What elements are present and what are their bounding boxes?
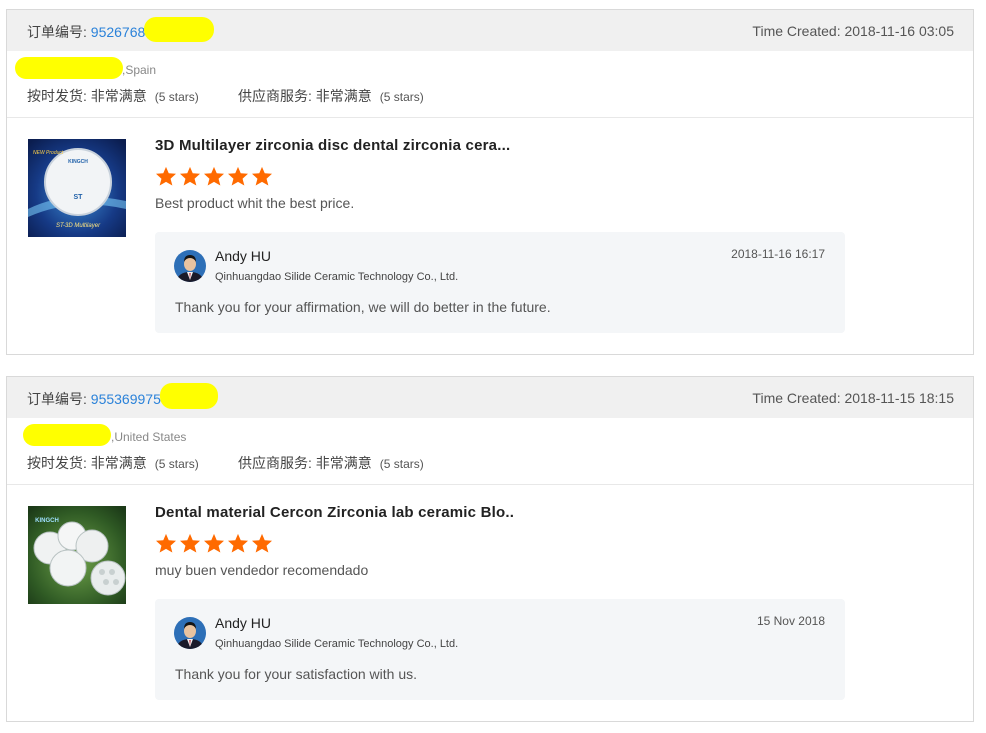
star-icon bbox=[204, 166, 224, 186]
rating-service: 供应商服务: 非常满意 (5 stars) bbox=[238, 86, 424, 106]
star-icon bbox=[228, 166, 248, 186]
buyer-review: muy buen vendedor recomendado bbox=[155, 562, 369, 578]
order-number-label: 订单编号: bbox=[27, 391, 87, 407]
star-icon bbox=[156, 166, 176, 186]
order-number-link[interactable]: 9526768 bbox=[91, 24, 146, 40]
reply-text: Thank you for your affirmation, we will … bbox=[175, 299, 551, 315]
order-number-link[interactable]: 955369975 bbox=[91, 391, 161, 407]
reply-author-name: Andy HU bbox=[215, 248, 272, 264]
product-thumbnail[interactable]: KINGCH bbox=[28, 506, 126, 604]
seller-ratings: 按时发货: 非常满意 (5 stars) 供应商服务: 非常满意 (5 stars) bbox=[7, 448, 973, 485]
star-icon bbox=[252, 166, 272, 186]
rating-service-stars: (5 stars) bbox=[379, 457, 424, 471]
buyer-country: ,Spain bbox=[122, 63, 157, 77]
svg-text:KINGCH: KINGCH bbox=[35, 518, 59, 524]
time-created: Time Created: 2018-11-16 03:05 bbox=[752, 23, 954, 39]
buyer-info: ,Spain bbox=[7, 51, 973, 81]
order-card: 订单编号: 955369975 Time Created: 2018-11-15… bbox=[6, 376, 974, 722]
rating-service: 供应商服务: 非常满意 (5 stars) bbox=[238, 453, 424, 473]
product-feedback: KINGCH Dental material Cercon Zirconia l… bbox=[7, 485, 973, 721]
rating-service-label: 供应商服务: 非常满意 bbox=[238, 455, 372, 471]
seller-reply: Andy HU Qinhuangdao Silide Ceramic Techn… bbox=[155, 232, 845, 333]
time-created: Time Created: 2018-11-15 18:15 bbox=[752, 390, 954, 406]
reply-text: Thank you for your satisfaction with us. bbox=[175, 666, 417, 682]
svg-text:KINGCH: KINGCH bbox=[68, 159, 88, 165]
rating-shipping-stars: (5 stars) bbox=[154, 90, 199, 104]
buyer-review: Best product whit the best price. bbox=[155, 195, 355, 211]
rating-service-label: 供应商服务: 非常满意 bbox=[238, 88, 372, 104]
reply-date: 2018-11-16 16:17 bbox=[731, 247, 825, 261]
svg-text:NEW Product: NEW Product bbox=[33, 150, 64, 156]
star-icon bbox=[180, 166, 200, 186]
star-rating bbox=[155, 166, 273, 186]
order-number-label: 订单编号: bbox=[27, 24, 87, 40]
star-icon bbox=[156, 533, 176, 553]
rating-service-stars: (5 stars) bbox=[379, 90, 424, 104]
reply-date: 15 Nov 2018 bbox=[756, 614, 825, 628]
star-icon bbox=[180, 533, 200, 553]
redaction-highlight bbox=[23, 424, 111, 446]
avatar bbox=[174, 250, 206, 282]
redaction-highlight bbox=[160, 383, 218, 409]
product-title-link[interactable]: 3D Multilayer zirconia disc dental zirco… bbox=[155, 137, 510, 154]
rating-shipping-label: 按时发货: 非常满意 bbox=[27, 455, 147, 471]
star-icon bbox=[252, 533, 272, 553]
reply-author-name: Andy HU bbox=[215, 615, 272, 631]
product-feedback: NEW Product KINGCH ST ST-3D Multilayer 3… bbox=[7, 118, 973, 354]
order-number-row: 订单编号: 9526768 bbox=[27, 22, 145, 42]
seller-reply: Andy HU Qinhuangdao Silide Ceramic Techn… bbox=[155, 599, 845, 700]
svg-text:ST: ST bbox=[74, 194, 84, 201]
product-thumbnail[interactable]: NEW Product KINGCH ST ST-3D Multilayer bbox=[28, 139, 126, 237]
avatar bbox=[174, 617, 206, 649]
product-title-link[interactable]: Dental material Cercon Zirconia lab cera… bbox=[155, 504, 514, 521]
star-icon bbox=[228, 533, 248, 553]
svg-text:ST-3D Multilayer: ST-3D Multilayer bbox=[56, 223, 101, 229]
buyer-country: ,United States bbox=[111, 430, 187, 444]
reply-author-company: Qinhuangdao Silide Ceramic Technology Co… bbox=[215, 271, 459, 283]
order-card: 订单编号: 9526768 Time Created: 2018-11-16 0… bbox=[6, 9, 974, 355]
order-header: 订单编号: 9526768 Time Created: 2018-11-16 0… bbox=[7, 10, 973, 51]
rating-shipping-label: 按时发货: 非常满意 bbox=[27, 88, 147, 104]
seller-ratings: 按时发货: 非常满意 (5 stars) 供应商服务: 非常满意 (5 stars) bbox=[7, 81, 973, 118]
star-rating bbox=[155, 533, 273, 553]
star-icon bbox=[204, 533, 224, 553]
rating-shipping: 按时发货: 非常满意 (5 stars) bbox=[27, 453, 199, 473]
order-header: 订单编号: 955369975 Time Created: 2018-11-15… bbox=[7, 377, 973, 418]
buyer-info: ,United States bbox=[7, 418, 973, 448]
rating-shipping-stars: (5 stars) bbox=[154, 457, 199, 471]
redaction-highlight bbox=[15, 57, 123, 79]
redaction-highlight bbox=[144, 17, 214, 42]
reply-author-company: Qinhuangdao Silide Ceramic Technology Co… bbox=[215, 638, 459, 650]
rating-shipping: 按时发货: 非常满意 (5 stars) bbox=[27, 86, 199, 106]
order-number-row: 订单编号: 955369975 bbox=[27, 389, 161, 409]
